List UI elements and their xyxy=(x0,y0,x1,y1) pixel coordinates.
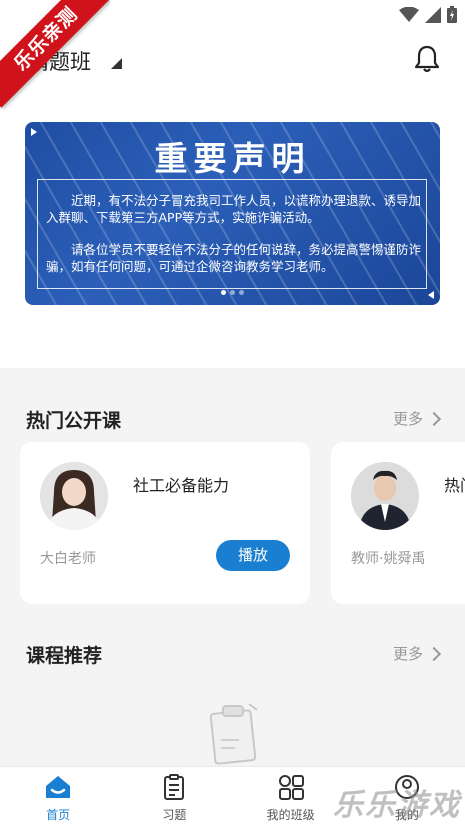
promo-ribbon: 乐乐亲测 xyxy=(0,0,110,110)
announcement-banner[interactable]: 重要声明 近期，有不法分子冒充我司工作人员，以谎称办理退款、诱导加入群聊、下载第… xyxy=(25,122,440,305)
teacher-avatar xyxy=(351,462,419,530)
wifi-icon xyxy=(399,6,419,22)
hot-courses-title: 热门公开课 xyxy=(26,410,122,432)
ribbon-text: 乐乐亲测 xyxy=(0,0,110,108)
tab-label: 首页 xyxy=(46,808,71,822)
course-title: 热门 xyxy=(444,476,465,495)
banner-paragraph-2: 请各位学员不要轻信不法分子的任何说辞，务必提高警惕谨防诈骗，如有任何问题，可通过… xyxy=(46,242,422,274)
chevron-right-icon xyxy=(426,411,442,426)
course-card[interactable]: 热门 教师·姚舜禹 xyxy=(331,442,465,604)
hot-more-link[interactable]: 更多 xyxy=(392,408,442,429)
empty-state-icon xyxy=(209,703,258,765)
clipboard-icon xyxy=(164,774,185,800)
course-card[interactable]: 社工必备能力 大白老师 播放 xyxy=(20,442,310,604)
teacher-name: 教师·姚舜禹 xyxy=(351,551,426,567)
teacher-name: 大白老师 xyxy=(40,551,96,567)
course-title: 社工必备能力 xyxy=(133,476,230,495)
tab-home[interactable]: 首页 xyxy=(0,767,116,828)
bell-icon[interactable] xyxy=(413,44,441,74)
more-label: 更多 xyxy=(392,410,423,428)
signal-icon xyxy=(425,6,441,23)
tab-label: 我的班级 xyxy=(266,808,315,822)
carousel-indicator xyxy=(25,290,440,295)
status-icons xyxy=(399,6,457,23)
tab-my-class[interactable]: 我的班级 xyxy=(233,767,349,828)
carousel-dot[interactable] xyxy=(230,290,235,295)
recommend-title: 课程推荐 xyxy=(26,645,103,667)
site-watermark: 乐乐游戏 xyxy=(333,788,461,823)
grid-icon xyxy=(278,775,304,800)
app-screen: 乐乐亲测 精题班 重要声明 近期，有不法分子冒充我司工作人员，以谎称办理退款、诱… xyxy=(0,0,465,828)
tab-exercises[interactable]: 习题 xyxy=(116,767,232,828)
banner-paragraph-1: 近期，有不法分子冒充我司工作人员，以谎称办理退款、诱导加入群聊、下载第三方APP… xyxy=(46,193,422,225)
more-label: 更多 xyxy=(392,645,423,663)
corner-arrow-icon xyxy=(428,291,434,299)
home-icon xyxy=(46,776,71,798)
teacher-avatar xyxy=(40,462,108,530)
battery-icon xyxy=(447,6,457,23)
play-button[interactable]: 播放 xyxy=(216,540,290,571)
carousel-dot[interactable] xyxy=(221,290,226,295)
banner-text-box: 近期，有不法分子冒充我司工作人员，以谎称办理退款、诱导加入群聊、下载第三方APP… xyxy=(37,179,427,289)
chevron-right-icon xyxy=(426,646,442,661)
banner-title: 重要声明 xyxy=(154,139,311,178)
dropdown-icon[interactable] xyxy=(111,58,122,69)
tab-label: 习题 xyxy=(162,808,187,822)
carousel-dot[interactable] xyxy=(239,290,244,295)
recommend-more-link[interactable]: 更多 xyxy=(392,643,442,664)
